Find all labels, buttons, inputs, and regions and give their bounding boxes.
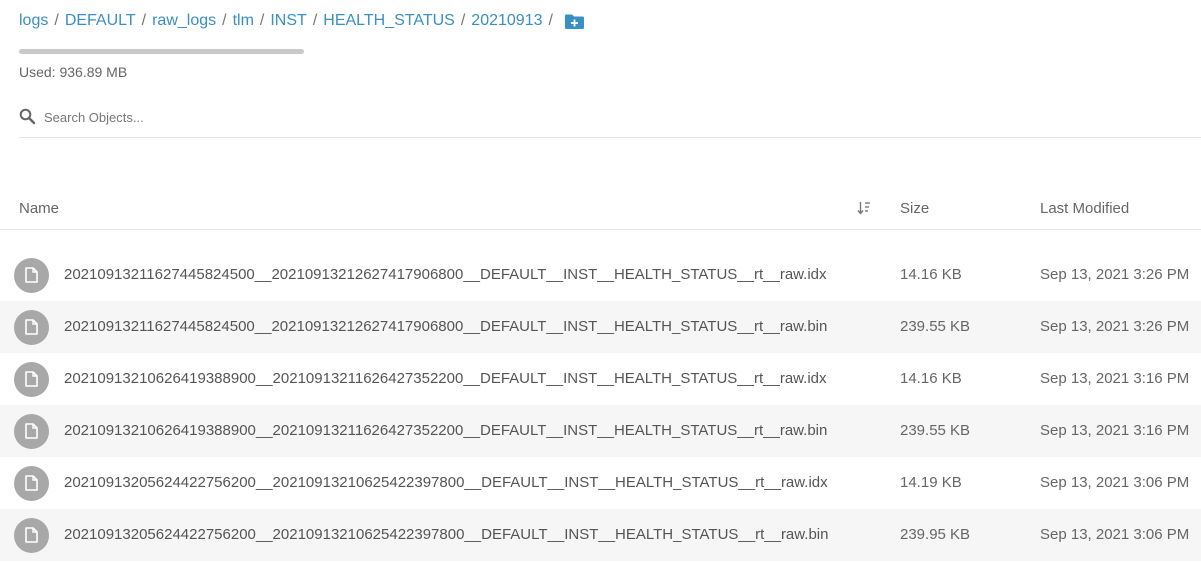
table-header: Name Size Last Modified: [0, 190, 1201, 230]
breadcrumb-separator: /: [141, 12, 147, 29]
file-last-modified: Sep 13, 2021 3:06 PM: [1040, 526, 1190, 543]
breadcrumb-separator: /: [312, 12, 318, 29]
folder-plus-icon[interactable]: [564, 13, 585, 30]
file-size: 14.16 KB: [900, 266, 962, 283]
file-list: 20210913211627445824500__202109132126274…: [0, 249, 1201, 561]
table-row[interactable]: 20210913205624422756200__202109132106254…: [0, 509, 1201, 561]
breadcrumb-item-date[interactable]: 20210913: [471, 12, 542, 30]
breadcrumb-item-inst[interactable]: INST: [270, 12, 306, 30]
file-name[interactable]: 20210913211627445824500__202109132126274…: [64, 318, 827, 335]
file-last-modified: Sep 13, 2021 3:16 PM: [1040, 422, 1190, 439]
table-row[interactable]: 20210913210626419388900__202109132116264…: [0, 405, 1201, 457]
breadcrumb-item-default[interactable]: DEFAULT: [65, 12, 136, 30]
search-icon: [19, 108, 36, 125]
column-header-name[interactable]: Name: [19, 200, 59, 217]
table-row[interactable]: 20210913211627445824500__202109132126274…: [0, 301, 1201, 353]
table-row[interactable]: 20210913211627445824500__202109132126274…: [0, 249, 1201, 301]
file-name[interactable]: 20210913210626419388900__202109132116264…: [64, 370, 827, 387]
breadcrumb-item-health-status[interactable]: HEALTH_STATUS: [323, 12, 455, 30]
file-size: 239.95 KB: [900, 526, 971, 543]
file-last-modified: Sep 13, 2021 3:16 PM: [1040, 370, 1190, 387]
file-size: 239.55 KB: [900, 318, 971, 335]
breadcrumb-separator: /: [259, 12, 265, 29]
sort-icon[interactable]: [857, 200, 871, 216]
breadcrumb: logs / DEFAULT / raw_logs / tlm / INST /…: [19, 9, 585, 33]
file-name[interactable]: 20210913211627445824500__202109132126274…: [64, 266, 827, 283]
table-row[interactable]: 20210913210626419388900__202109132116264…: [0, 353, 1201, 405]
table-row[interactable]: 20210913205624422756200__202109132106254…: [0, 457, 1201, 509]
file-icon: [14, 466, 49, 501]
search-bar: [19, 106, 1201, 138]
breadcrumb-separator: /: [460, 12, 466, 29]
file-icon: [14, 414, 49, 449]
breadcrumb-item-raw-logs[interactable]: raw_logs: [152, 12, 216, 30]
file-last-modified: Sep 13, 2021 3:06 PM: [1040, 474, 1190, 491]
file-size: 239.55 KB: [900, 422, 971, 439]
breadcrumb-item-tlm[interactable]: tlm: [233, 12, 254, 30]
file-last-modified: Sep 13, 2021 3:26 PM: [1040, 318, 1190, 335]
file-name[interactable]: 20210913205624422756200__202109132106254…: [64, 474, 828, 491]
column-header-size[interactable]: Size: [900, 200, 929, 217]
file-icon: [14, 258, 49, 293]
file-size: 14.19 KB: [900, 474, 962, 491]
file-icon: [14, 362, 49, 397]
breadcrumb-separator: /: [54, 12, 59, 29]
storage-usage-label: Used: 936.89 MB: [19, 64, 128, 80]
file-icon: [14, 518, 49, 553]
file-name[interactable]: 20210913210626419388900__202109132116264…: [64, 422, 827, 439]
file-size: 14.16 KB: [900, 370, 962, 387]
file-last-modified: Sep 13, 2021 3:26 PM: [1040, 266, 1190, 283]
breadcrumb-separator: /: [222, 12, 227, 29]
storage-usage-bar: [19, 49, 304, 54]
search-input[interactable]: [44, 106, 644, 128]
file-name[interactable]: 20210913205624422756200__202109132106254…: [64, 526, 828, 543]
column-header-last-modified[interactable]: Last Modified: [1040, 200, 1129, 217]
storage-usage-fill: [19, 49, 304, 54]
file-icon: [14, 310, 49, 345]
breadcrumb-separator: /: [548, 12, 553, 29]
breadcrumb-item-logs[interactable]: logs: [19, 12, 48, 30]
